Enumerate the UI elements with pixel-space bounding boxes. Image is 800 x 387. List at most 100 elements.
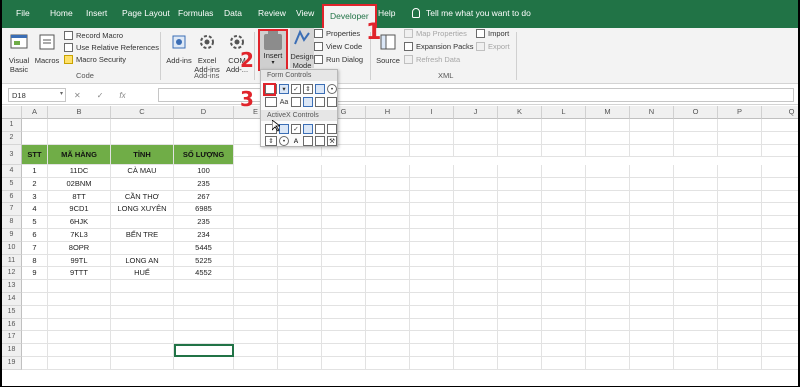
table-cell[interactable]: 1	[22, 165, 48, 178]
grid-cell[interactable]	[234, 216, 278, 230]
grid-cell[interactable]	[454, 357, 498, 370]
grid-cell[interactable]	[674, 131, 718, 145]
table-cell[interactable]: 3	[22, 190, 48, 204]
table-header-cell[interactable]: MÃ HÀNG	[48, 144, 111, 166]
grid-cell[interactable]	[174, 119, 234, 132]
grid-cell[interactable]	[454, 293, 498, 306]
grid-cell[interactable]	[22, 131, 48, 145]
label-activex-icon[interactable]: A	[291, 136, 301, 146]
grid-cell[interactable]	[542, 216, 586, 230]
grid-cell[interactable]	[366, 344, 410, 358]
column-header-k[interactable]: K	[498, 106, 542, 119]
grid-cell[interactable]	[366, 241, 410, 255]
row-header-10[interactable]: 10	[2, 241, 22, 255]
row-header-8[interactable]: 8	[2, 216, 22, 230]
grid-cell[interactable]	[542, 177, 586, 191]
enter-icon[interactable]: ✓	[97, 91, 104, 100]
grid-cell[interactable]	[322, 254, 366, 268]
grid-cell[interactable]	[498, 331, 542, 345]
table-cell[interactable]: 5	[22, 216, 48, 230]
run-dialog-button[interactable]: Run Dialog	[314, 54, 363, 65]
use-relative-references-button[interactable]: Use Relative References	[64, 42, 159, 53]
grid-cell[interactable]	[278, 357, 322, 370]
grid-cell[interactable]	[174, 318, 234, 332]
grid-cell[interactable]	[586, 190, 630, 204]
grid-cell[interactable]	[718, 254, 762, 268]
row-header-11[interactable]: 11	[2, 254, 22, 268]
grid-cell[interactable]	[234, 229, 278, 242]
checkbox-form-control-icon[interactable]: ✓	[291, 84, 301, 94]
table-cell[interactable]: 9TTT	[48, 267, 111, 281]
grid-cell[interactable]	[762, 178, 798, 191]
table-cell[interactable]: 100	[174, 165, 234, 178]
record-macro-button[interactable]: Record Macro	[64, 30, 123, 41]
grid-cell[interactable]	[718, 203, 762, 217]
grid-cell[interactable]	[718, 267, 762, 281]
grid-cell[interactable]	[234, 280, 278, 294]
grid-cell[interactable]	[718, 216, 762, 230]
insert-function-icon[interactable]: fx	[119, 91, 125, 100]
visual-basic-button[interactable]: Visual Basic	[6, 32, 32, 74]
grid-cell[interactable]	[366, 177, 410, 191]
grid-cell[interactable]	[542, 318, 586, 332]
grid-cell[interactable]	[278, 203, 322, 217]
grid-cell[interactable]	[586, 216, 630, 230]
grid-cell[interactable]	[174, 331, 234, 345]
column-header-h[interactable]: H	[366, 106, 410, 119]
grid-cell[interactable]	[630, 305, 674, 319]
grid-cell[interactable]	[498, 318, 542, 332]
checkbox-activex-icon[interactable]: ✓	[291, 124, 301, 134]
table-cell[interactable]: 8	[22, 254, 48, 268]
grid-cell[interactable]	[586, 331, 630, 345]
grid-cell[interactable]	[410, 293, 454, 306]
grid-cell[interactable]	[674, 216, 718, 230]
select-all-corner[interactable]	[2, 106, 22, 119]
table-header-cell[interactable]: STT	[22, 144, 48, 166]
grid-cell[interactable]	[498, 344, 542, 358]
grid-cell[interactable]	[454, 229, 498, 242]
row-header-5[interactable]: 5	[2, 177, 22, 191]
grid-cell[interactable]	[674, 280, 718, 294]
grid-cell[interactable]	[498, 267, 542, 281]
grid-cell[interactable]	[674, 144, 718, 158]
grid-cell[interactable]	[174, 131, 234, 145]
row-header-18[interactable]: 18	[2, 344, 22, 358]
grid-cell[interactable]	[22, 344, 48, 358]
column-header-d[interactable]: D	[174, 106, 234, 119]
column-header-p[interactable]: P	[718, 106, 762, 119]
table-cell[interactable]: 7KL3	[48, 229, 111, 242]
column-header-n[interactable]: N	[630, 106, 674, 119]
grid-cell[interactable]	[762, 119, 798, 132]
grid-cell[interactable]	[454, 344, 498, 358]
grid-cell[interactable]	[498, 293, 542, 306]
grid-cell[interactable]	[630, 131, 674, 145]
grid-cell[interactable]	[718, 165, 762, 178]
grid-cell[interactable]	[762, 267, 798, 281]
toggle-button-activex-icon[interactable]	[315, 136, 325, 146]
grid-cell[interactable]	[454, 165, 498, 178]
grid-cell[interactable]	[234, 331, 278, 345]
table-cell[interactable]: 6985	[174, 203, 234, 217]
grid-cell[interactable]	[454, 254, 498, 268]
grid-cell[interactable]	[454, 318, 498, 332]
grid-cell[interactable]	[366, 229, 410, 242]
grid-cell[interactable]	[454, 280, 498, 294]
table-cell[interactable]: 4	[22, 203, 48, 217]
table-cell[interactable]: 5225	[174, 254, 234, 268]
grid-cell[interactable]	[454, 144, 498, 158]
grid-cell[interactable]	[410, 144, 454, 158]
grid-cell[interactable]	[410, 229, 454, 242]
grid-cell[interactable]	[48, 293, 111, 306]
grid-cell[interactable]	[718, 241, 762, 255]
spin-button-form-control-icon[interactable]: ⇕	[303, 84, 313, 94]
grid-cell[interactable]	[278, 190, 322, 204]
grid-cell[interactable]	[498, 280, 542, 294]
grid-cell[interactable]	[762, 344, 798, 358]
grid-cell[interactable]	[586, 144, 630, 158]
grid-cell[interactable]	[498, 165, 542, 178]
grid-cell[interactable]	[762, 293, 798, 306]
row-header-1[interactable]: 1	[2, 119, 22, 132]
grid-cell[interactable]	[630, 241, 674, 255]
grid-cell[interactable]	[542, 165, 586, 178]
grid-cell[interactable]	[322, 293, 366, 306]
